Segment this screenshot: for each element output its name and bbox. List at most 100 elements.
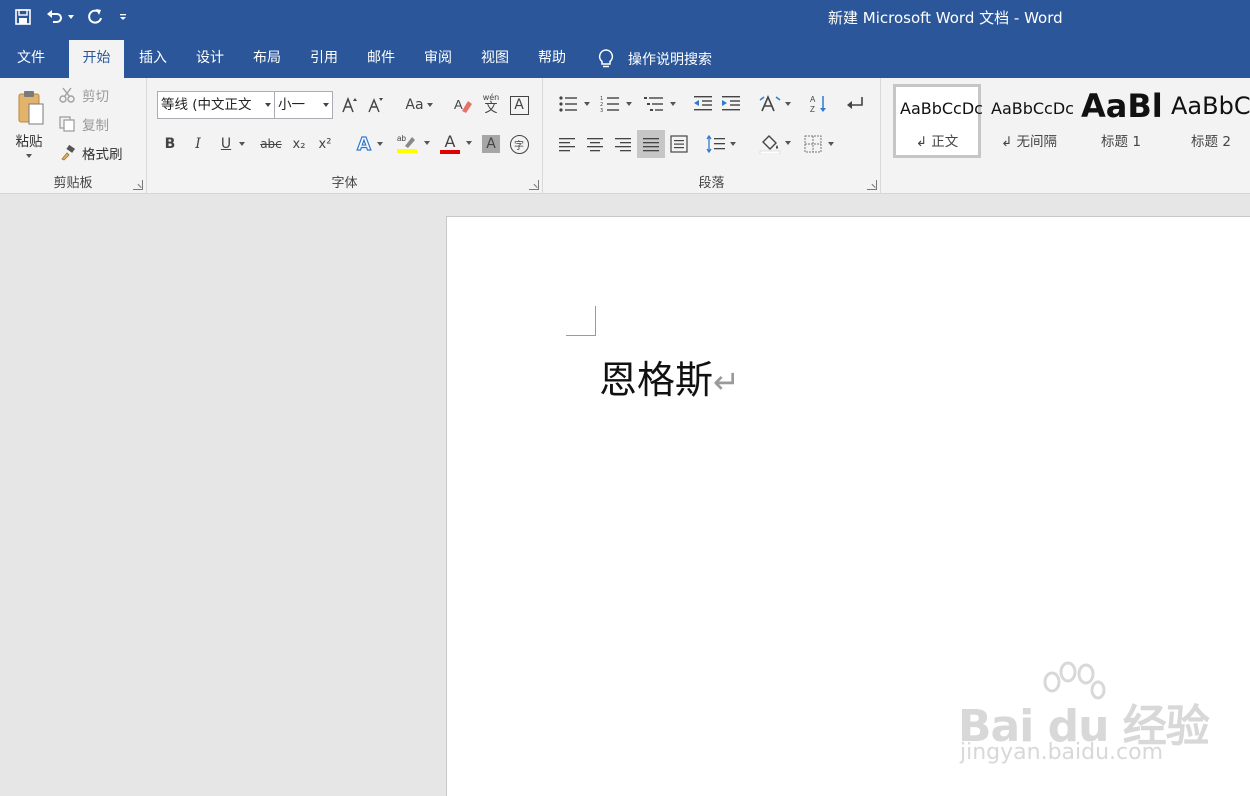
clipboard-dialog-launcher[interactable] — [133, 180, 143, 190]
customize-qat-button[interactable] — [114, 4, 132, 30]
paragraph-mark-icon — [847, 97, 863, 109]
superscript-label: x² — [318, 136, 332, 152]
paragraph-dialog-launcher[interactable] — [867, 180, 877, 190]
enclose-characters-button[interactable]: 字 — [507, 132, 531, 156]
chevron-down-icon — [424, 141, 430, 145]
svg-text:A: A — [810, 95, 816, 104]
line-spacing-button[interactable] — [701, 132, 741, 156]
customize-icon — [120, 14, 126, 20]
phonetic-guide-button[interactable]: wén 文 — [479, 91, 503, 117]
align-center-button[interactable] — [583, 132, 607, 156]
distribute-icon — [670, 135, 688, 153]
distributed-button[interactable] — [667, 132, 691, 156]
underline-button[interactable]: U — [215, 132, 251, 156]
paste-button[interactable]: 粘贴 — [6, 84, 52, 164]
tab-mailings[interactable]: 邮件 — [354, 40, 408, 78]
font-size-value: 小一 — [278, 97, 305, 113]
shading-button[interactable] — [755, 130, 795, 156]
character-border-button[interactable]: A — [507, 93, 531, 117]
font-name-value: 等线 (中文正文 — [161, 97, 252, 113]
superscript-button[interactable]: x² — [313, 132, 337, 156]
align-left-button[interactable] — [555, 132, 579, 156]
paragraph-group-label: 段落 — [698, 176, 725, 191]
bullets-button[interactable] — [555, 92, 593, 116]
style-heading-2[interactable]: AaBbC 标题 2 — [1167, 84, 1250, 158]
undo-button[interactable] — [42, 4, 68, 30]
shrink-font-icon — [368, 98, 383, 113]
style-name: ↲ 正文 — [915, 134, 959, 150]
character-border-icon: A — [509, 95, 529, 115]
tab-view[interactable]: 视图 — [468, 40, 522, 78]
chevron-down-icon — [68, 15, 74, 19]
increase-indent-icon — [722, 96, 740, 111]
cut-label: 剪切 — [82, 89, 109, 105]
decrease-indent-button[interactable] — [691, 92, 715, 116]
increase-indent-button[interactable] — [719, 92, 743, 116]
clipboard-group: 粘贴 剪切 复制 格式刷 剪贴板 — [0, 78, 147, 194]
ribbon-tabs: 文件 开始 插入 设计 布局 引用 邮件 审阅 视图 帮助 操作说明搜索 — [0, 34, 1250, 78]
text-effects-button[interactable]: A — [351, 132, 389, 156]
style-heading-1[interactable]: AaBl 标题 1 — [1077, 84, 1165, 158]
show-hide-marks-button[interactable] — [843, 92, 867, 116]
cut-button[interactable]: 剪切 — [58, 84, 128, 106]
clear-formatting-button[interactable]: A — [451, 93, 475, 117]
align-left-icon — [559, 138, 575, 152]
svg-text:ab: ab — [397, 134, 406, 143]
chevron-down-icon — [626, 102, 632, 106]
grow-font-button[interactable] — [337, 93, 361, 117]
shrink-font-button[interactable] — [363, 93, 387, 117]
underline-label: U — [220, 136, 232, 152]
style-name: 标题 1 — [1101, 134, 1141, 150]
font-color-button[interactable]: A — [437, 130, 475, 156]
tab-design[interactable]: 设计 — [183, 40, 237, 78]
format-painter-button[interactable]: 格式刷 — [58, 142, 138, 164]
chevron-down-icon — [26, 154, 32, 158]
font-dialog-launcher[interactable] — [529, 180, 539, 190]
italic-label: I — [195, 136, 201, 152]
bullet-list-icon — [559, 96, 577, 112]
lightbulb-icon — [598, 49, 614, 68]
document-body[interactable]: 恩格斯↵ — [599, 349, 740, 404]
chevron-down-icon — [466, 141, 472, 145]
strikethrough-button[interactable]: abc — [257, 132, 285, 156]
tab-home[interactable]: 开始 — [69, 40, 124, 78]
chevron-down-icon — [239, 142, 246, 146]
chevron-down-icon — [785, 141, 791, 145]
font-size-combo[interactable]: 小一 — [274, 91, 333, 119]
style-normal[interactable]: AaBbCcDc ↲ 正文 — [893, 84, 982, 158]
chevron-down-icon — [426, 103, 433, 107]
borders-button[interactable] — [799, 132, 839, 156]
font-name-combo[interactable]: 等线 (中文正文 — [157, 91, 275, 119]
style-no-spacing[interactable]: AaBbCcDc ↲ 无间隔 — [985, 84, 1073, 158]
phonetic-char-icon: 文 — [484, 100, 498, 116]
style-name: 标题 2 — [1191, 134, 1231, 150]
font-color-swatch — [440, 149, 460, 154]
redo-button[interactable] — [82, 4, 108, 30]
subscript-button[interactable]: x₂ — [287, 132, 311, 156]
undo-dropdown[interactable] — [66, 4, 76, 30]
align-right-button[interactable] — [611, 132, 635, 156]
numbering-button[interactable]: 1 2 3 — [597, 92, 635, 116]
tab-insert[interactable]: 插入 — [126, 40, 180, 78]
character-shading-button[interactable]: A — [479, 132, 503, 156]
copy-button[interactable]: 复制 — [58, 113, 128, 135]
change-case-button[interactable]: Aa — [399, 93, 439, 117]
chevron-down-icon — [670, 102, 676, 106]
save-button[interactable] — [10, 4, 36, 30]
tab-review[interactable]: 审阅 — [411, 40, 465, 78]
tab-file[interactable]: 文件 — [2, 40, 60, 78]
document-text[interactable]: 恩格斯 — [599, 358, 713, 402]
multilevel-list-button[interactable] — [641, 92, 679, 116]
justify-button[interactable] — [637, 130, 665, 158]
tab-references[interactable]: 引用 — [297, 40, 351, 78]
bold-button[interactable]: B — [159, 132, 181, 156]
sort-button[interactable]: A Z — [807, 92, 831, 116]
tab-layout[interactable]: 布局 — [240, 40, 294, 78]
tell-me-search[interactable]: 操作说明搜索 — [596, 40, 712, 78]
highlight-button[interactable]: ab — [393, 130, 433, 156]
chinese-layout-button[interactable] — [755, 92, 795, 116]
tab-help[interactable]: 帮助 — [525, 40, 579, 78]
watermark-url: jingyan.baidu.com — [960, 740, 1164, 765]
italic-button[interactable]: I — [187, 132, 209, 156]
svg-text:A: A — [454, 97, 463, 112]
